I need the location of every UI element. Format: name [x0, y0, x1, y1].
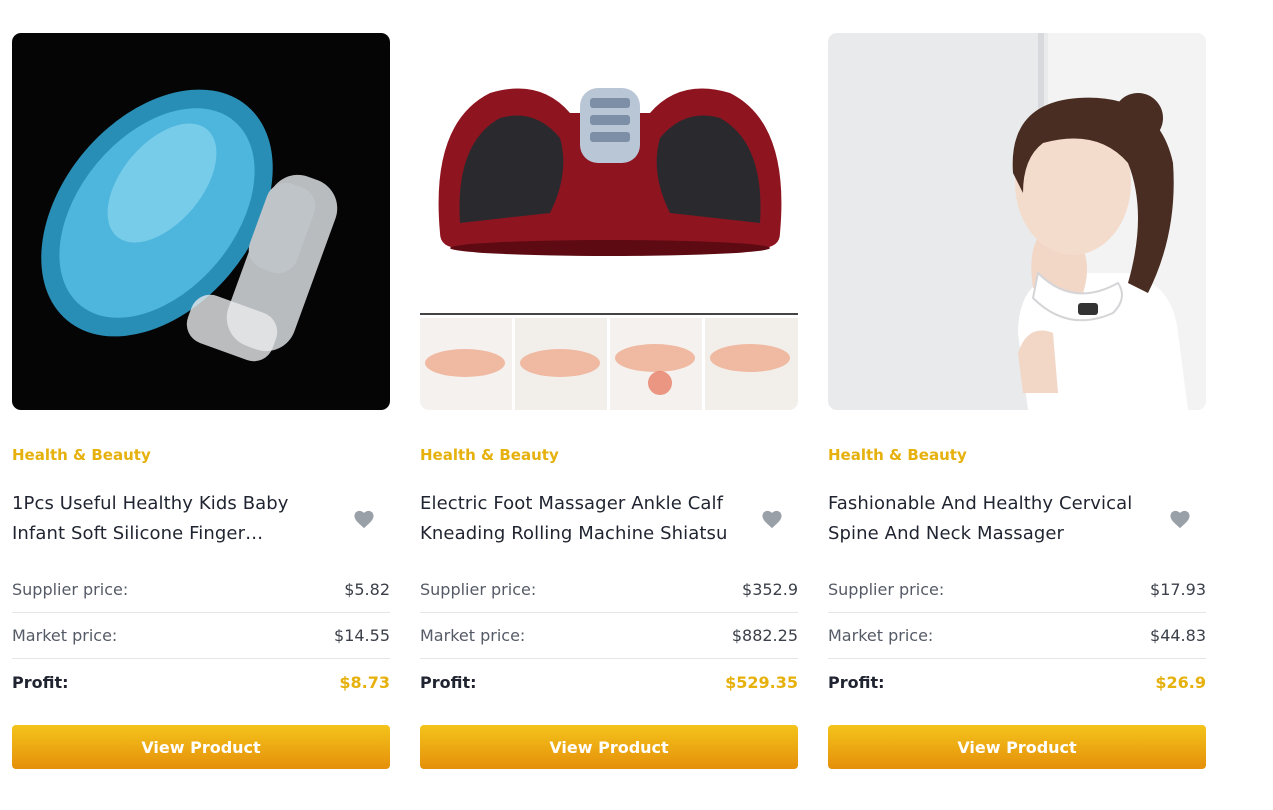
- supplier-price-value: $352.9: [742, 580, 798, 599]
- product-card: Health & Beauty Fashionable And Healthy …: [828, 33, 1206, 769]
- neck-massager-image: [828, 33, 1206, 410]
- product-category[interactable]: Health & Beauty: [420, 445, 798, 465]
- product-image[interactable]: [12, 33, 390, 410]
- heart-icon: [1170, 510, 1190, 529]
- product-card: Health & Beauty Electric Foot Massager A…: [420, 33, 798, 769]
- heart-icon: [762, 510, 782, 529]
- product-title-row: Electric Foot Massager Ankle Calf Kneadi…: [420, 489, 798, 549]
- market-price-value: $882.25: [731, 626, 798, 645]
- product-title-row: 1Pcs Useful Healthy Kids Baby Infant Sof…: [12, 489, 390, 549]
- product-grid: Health & Beauty 1Pcs Useful Healthy Kids…: [12, 33, 1206, 769]
- view-product-button[interactable]: View Product: [828, 725, 1206, 769]
- favorite-button[interactable]: [758, 505, 786, 533]
- profit-value: $529.35: [725, 672, 798, 692]
- profit-label: Profit:: [828, 672, 885, 692]
- supplier-price-row: Supplier price: $17.93: [828, 567, 1206, 613]
- market-price-label: Market price:: [12, 626, 118, 645]
- product-image[interactable]: [828, 33, 1206, 410]
- heart-icon: [354, 510, 374, 529]
- market-price-value: $14.55: [334, 626, 390, 645]
- view-product-button[interactable]: View Product: [12, 725, 390, 769]
- profit-row: Profit: $26.9: [828, 659, 1206, 705]
- market-price-row: Market price: $44.83: [828, 613, 1206, 659]
- profit-value: $8.73: [339, 672, 390, 692]
- profit-row: Profit: $8.73: [12, 659, 390, 705]
- product-title-row: Fashionable And Healthy Cervical Spine A…: [828, 489, 1206, 549]
- market-price-value: $44.83: [1150, 626, 1206, 645]
- profit-label: Profit:: [420, 672, 477, 692]
- market-price-row: Market price: $14.55: [12, 613, 390, 659]
- price-table: Supplier price: $352.9 Market price: $88…: [420, 567, 798, 705]
- product-title[interactable]: Fashionable And Healthy Cervical Spine A…: [828, 489, 1153, 549]
- profit-row: Profit: $529.35: [420, 659, 798, 705]
- view-product-button[interactable]: View Product: [420, 725, 798, 769]
- supplier-price-value: $17.93: [1150, 580, 1206, 599]
- product-category[interactable]: Health & Beauty: [12, 445, 390, 465]
- finger-toothbrush-image: [12, 33, 390, 410]
- supplier-price-label: Supplier price:: [420, 580, 537, 599]
- product-card: Health & Beauty 1Pcs Useful Healthy Kids…: [12, 33, 390, 769]
- market-price-row: Market price: $882.25: [420, 613, 798, 659]
- price-table: Supplier price: $5.82 Market price: $14.…: [12, 567, 390, 705]
- market-price-label: Market price:: [828, 626, 934, 645]
- profit-value: $26.9: [1155, 672, 1206, 692]
- supplier-price-label: Supplier price:: [12, 580, 129, 599]
- favorite-button[interactable]: [350, 505, 378, 533]
- price-table: Supplier price: $17.93 Market price: $44…: [828, 567, 1206, 705]
- foot-massager-image: [420, 33, 798, 410]
- supplier-price-row: Supplier price: $352.9: [420, 567, 798, 613]
- profit-label: Profit:: [12, 672, 69, 692]
- favorite-button[interactable]: [1166, 505, 1194, 533]
- product-category[interactable]: Health & Beauty: [828, 445, 1206, 465]
- supplier-price-label: Supplier price:: [828, 580, 945, 599]
- supplier-price-value: $5.82: [344, 580, 390, 599]
- market-price-label: Market price:: [420, 626, 526, 645]
- supplier-price-row: Supplier price: $5.82: [12, 567, 390, 613]
- product-image[interactable]: [420, 33, 798, 410]
- product-title[interactable]: 1Pcs Useful Healthy Kids Baby Infant Sof…: [12, 489, 337, 549]
- product-title[interactable]: Electric Foot Massager Ankle Calf Kneadi…: [420, 489, 745, 549]
